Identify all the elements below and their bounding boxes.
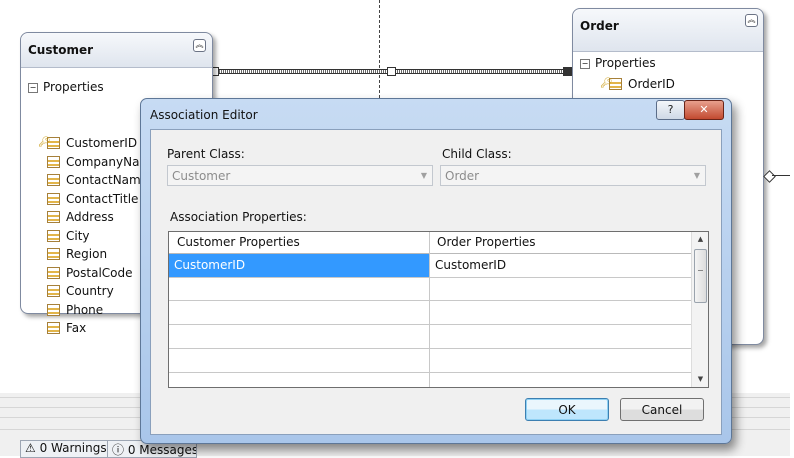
- property-row[interactable]: 🔑︎ CustomerID: [38, 136, 138, 154]
- property-label: Country: [66, 284, 114, 298]
- parent-class-value: Customer: [172, 169, 231, 183]
- row-divider: [169, 300, 691, 301]
- key-icon: 🔑︎: [38, 137, 51, 148]
- property-label: PostalCode: [66, 266, 133, 280]
- connector-line-right: [772, 175, 790, 176]
- connector-node-end[interactable]: [563, 67, 572, 76]
- connector-node-middle[interactable]: [387, 67, 396, 76]
- property-row[interactable]: Country: [47, 284, 114, 302]
- dialog-client-area: Parent Class: Customer ▼ Child Class: Or…: [150, 129, 722, 435]
- property-icon: [47, 248, 60, 260]
- row-divider: [169, 372, 691, 373]
- customer-section-label: Properties: [43, 80, 104, 94]
- ok-button[interactable]: OK: [525, 398, 609, 421]
- scroll-up-icon[interactable]: ▲: [692, 232, 708, 246]
- collapse-section-icon[interactable]: −: [28, 83, 38, 93]
- info-icon: ⓘ: [112, 443, 128, 457]
- association-editor-dialog[interactable]: Association Editor ? ✕ Parent Class: Cus…: [140, 98, 732, 444]
- scrollbar-thumb[interactable]: [694, 249, 707, 303]
- parent-class-select[interactable]: Customer ▼: [167, 165, 433, 186]
- tab-warnings-label: 0 Warnings: [39, 441, 107, 455]
- association-properties-label: Association Properties:: [170, 210, 307, 224]
- property-icon: [47, 230, 60, 242]
- customer-entity-header[interactable]: Customer ︽: [21, 33, 212, 68]
- property-row[interactable]: ContactName: [47, 173, 148, 191]
- property-row[interactable]: Fax: [47, 321, 86, 339]
- row-divider: [169, 277, 691, 278]
- property-icon: [47, 174, 60, 186]
- property-label: ContactTitle: [66, 192, 139, 206]
- order-section-label: Properties: [595, 56, 656, 70]
- property-label: OrderID: [628, 77, 675, 91]
- help-button[interactable]: ?: [656, 100, 685, 120]
- property-label: Phone: [66, 303, 104, 317]
- column-header-customer-properties[interactable]: Customer Properties: [169, 232, 429, 253]
- order-properties-section[interactable]: − Properties: [580, 56, 656, 70]
- key-icon: 🔑︎: [600, 78, 613, 89]
- collapse-icon[interactable]: ︽: [193, 39, 206, 52]
- property-icon: 🔑︎: [600, 78, 622, 90]
- property-icon: [47, 267, 60, 279]
- property-icon: [47, 322, 60, 334]
- row-divider: [169, 348, 691, 349]
- property-row[interactable]: Region: [47, 247, 107, 265]
- warning-icon: ⚠: [25, 441, 40, 455]
- property-icon: [47, 156, 60, 168]
- property-icon: [47, 285, 60, 297]
- property-label: ContactName: [66, 173, 149, 187]
- property-icon: [47, 304, 60, 316]
- property-icon: [47, 211, 60, 223]
- customer-properties-section[interactable]: − Properties: [28, 80, 104, 94]
- collapse-icon[interactable]: ︽: [745, 14, 758, 27]
- grid-cell-customer-property[interactable]: CustomerID: [169, 254, 429, 277]
- child-class-label: Child Class:: [442, 147, 512, 161]
- scroll-down-icon[interactable]: ▼: [692, 372, 708, 386]
- property-label: Region: [66, 247, 108, 261]
- child-class-value: Order: [445, 169, 480, 183]
- close-icon: ✕: [699, 103, 709, 116]
- tab-messages-label: 0 Messages: [127, 443, 197, 457]
- property-label: CustomerID: [66, 136, 138, 150]
- chevron-down-icon: ▼: [693, 171, 700, 180]
- grid-scrollbar[interactable]: ▲ ▼: [691, 232, 708, 387]
- tab-warnings[interactable]: ⚠ 0 Warnings: [20, 440, 110, 458]
- property-icon: 🔑︎: [38, 137, 60, 149]
- customer-entity-title: Customer: [28, 43, 94, 57]
- property-row[interactable]: Address: [47, 210, 114, 228]
- property-row[interactable]: 🔑︎ OrderID: [600, 77, 675, 95]
- order-entity-title: Order: [580, 19, 619, 33]
- property-row[interactable]: Phone: [47, 303, 103, 321]
- parent-class-label: Parent Class:: [167, 147, 245, 161]
- property-label: Fax: [66, 321, 87, 335]
- cancel-button[interactable]: Cancel: [620, 398, 704, 421]
- property-icon: [47, 193, 60, 205]
- property-label: Address: [66, 210, 114, 224]
- column-header-order-properties[interactable]: Order Properties: [429, 232, 691, 253]
- row-divider: [169, 324, 691, 325]
- property-label: City: [66, 229, 90, 243]
- property-row[interactable]: ContactTitle: [47, 192, 138, 210]
- chevron-down-icon: ▼: [420, 171, 427, 180]
- child-class-select[interactable]: Order ▼: [440, 165, 706, 186]
- collapse-section-icon[interactable]: −: [580, 59, 590, 69]
- order-entity-header[interactable]: Order ︽: [573, 9, 763, 52]
- association-properties-grid[interactable]: Customer Properties Order Properties Cus…: [168, 231, 709, 388]
- grid-cell-order-property[interactable]: CustomerID: [430, 254, 691, 277]
- help-icon: ?: [667, 103, 674, 116]
- property-row[interactable]: City: [47, 229, 90, 247]
- dialog-title: Association Editor: [150, 108, 258, 122]
- close-button[interactable]: ✕: [684, 100, 724, 120]
- grid-header: Customer Properties Order Properties: [169, 232, 691, 254]
- property-row[interactable]: PostalCode: [47, 266, 133, 284]
- connector-diamond[interactable]: [763, 170, 776, 183]
